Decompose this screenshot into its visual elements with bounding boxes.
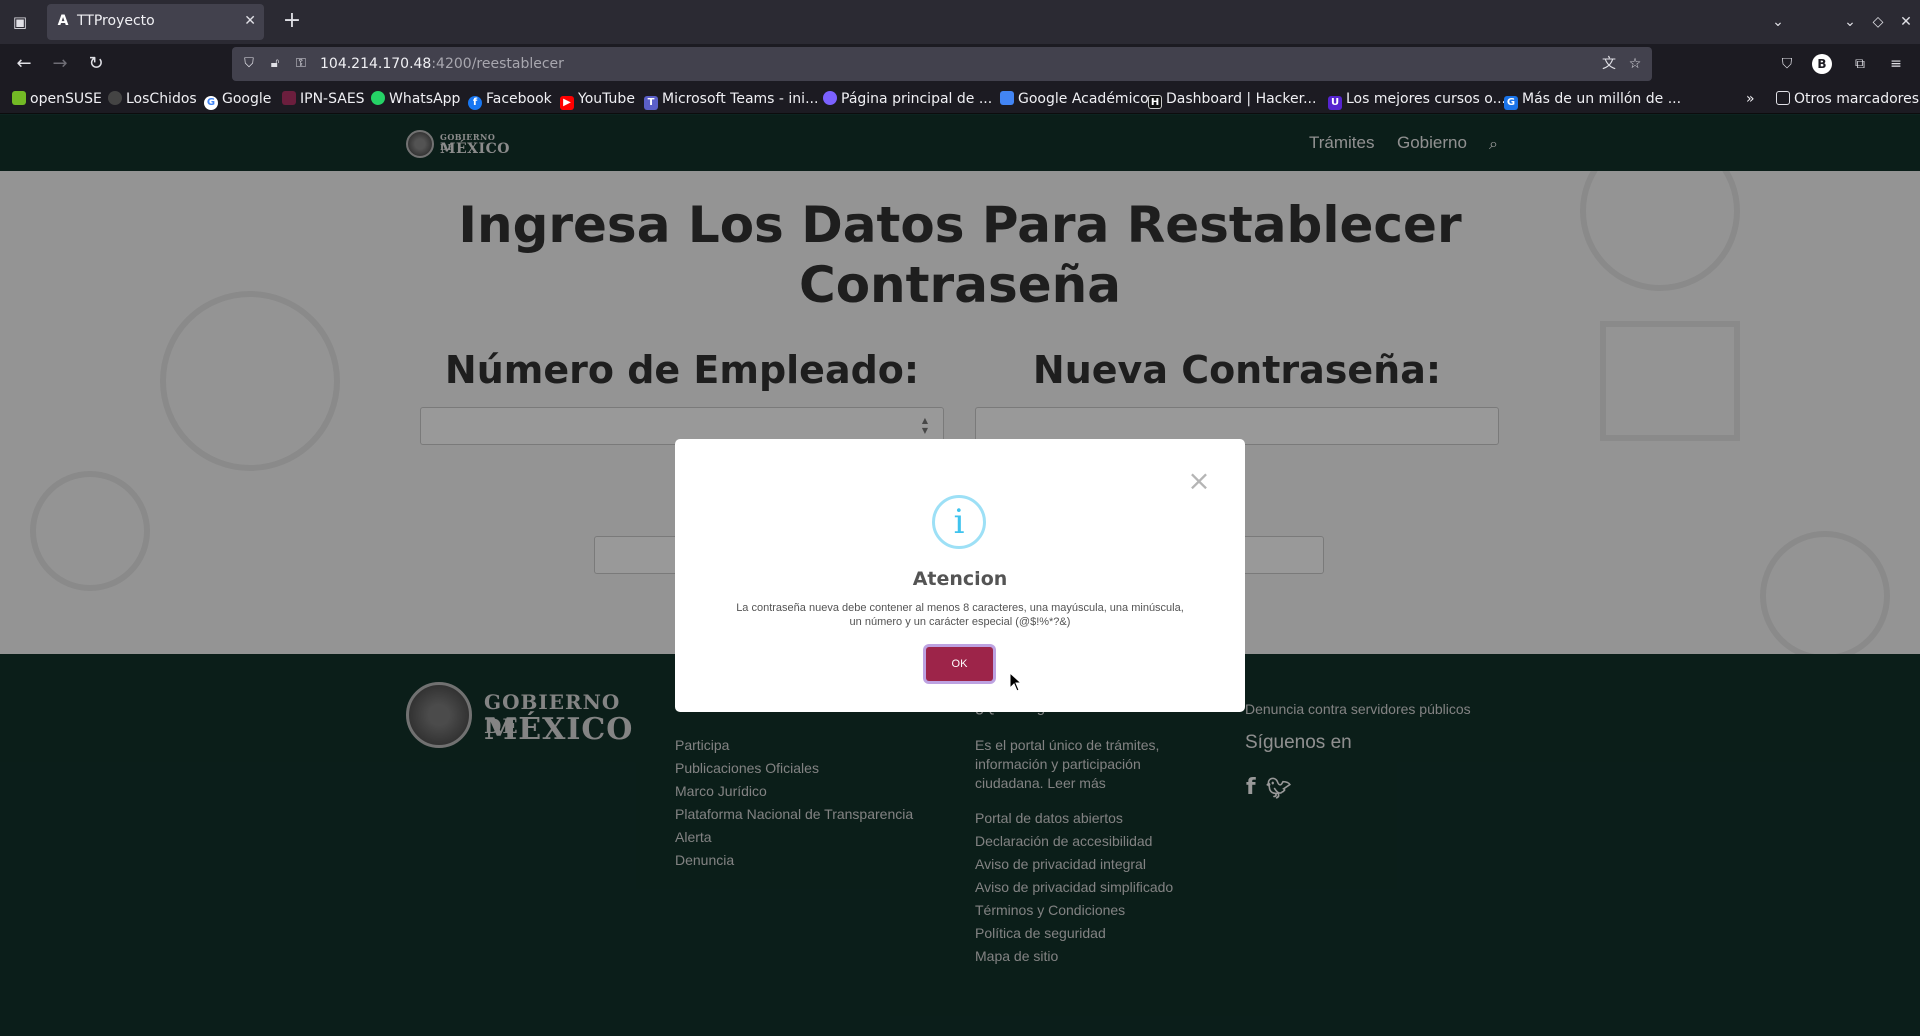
bookmark-label: Dashboard | Hacker... [1166,91,1317,107]
mouse-cursor-icon [1009,672,1023,692]
close-icon[interactable]: × [1187,467,1211,495]
browser-nav-bar: ← → ↻ ⛉ 🔓︎ ⚿ 104.214.170.48:4200/reestab… [0,44,1920,84]
ok-button[interactable]: OK [926,647,993,681]
whatsapp-icon [371,91,385,105]
address-bar[interactable]: ⛉ 🔓︎ ⚿ 104.214.170.48:4200/reestablecer … [232,47,1652,81]
menu-hamburger-icon[interactable]: ≡ [1884,52,1908,76]
bookmark-label: Facebook [486,91,552,107]
account-avatar-icon[interactable]: B [1812,54,1832,74]
site-icon: G [1504,96,1518,110]
tab-title: TTProyecto [77,13,155,29]
bookmark-label: openSUSE [30,91,102,107]
url-host: 104.214.170.48 [320,56,432,72]
bookmark-label: Más de un millón de ... [1522,91,1682,107]
url-text[interactable]: 104.214.170.48:4200/reestablecer [320,55,564,73]
tab-overflow-chevron-icon[interactable]: ⌄ [1766,10,1790,34]
bookmark-label: IPN-SAES [300,91,365,107]
opensuse-icon [12,91,26,105]
translate-icon[interactable]: 文 [1600,55,1618,73]
window-minimize-icon[interactable]: ⌄ [1838,10,1862,34]
tab-favicon-icon: A [57,13,69,29]
bookmark-label: Microsoft Teams - ini... [662,91,819,107]
dialog-message: La contraseña nueva debe contener al men… [736,602,1184,628]
key-icon[interactable]: ⚿ [292,55,310,73]
bookmark-item[interactable]: U Los mejores cursos o... [1328,90,1506,110]
facebook-icon: f [468,96,482,110]
extensions-icon[interactable]: ⧉ [1848,52,1872,76]
ipn-icon [282,91,296,105]
bookmarks-bar: openSUSE LosChidos G Google IPN-SAES What… [0,84,1920,114]
bookmark-item[interactable]: G Google [204,90,272,110]
bookmark-label: Los mejores cursos o... [1346,91,1506,107]
udemy-icon: U [1328,96,1342,110]
bookmark-label: YouTube [578,91,635,107]
url-path: :4200/reestablecer [431,56,564,72]
bookmark-label: Página principal de ... [841,91,993,107]
info-icon: i [932,495,986,549]
bookmark-label: LosChidos [126,91,197,107]
hackerrank-icon: H [1148,95,1162,109]
window-close-icon[interactable]: ✕ [1894,10,1918,34]
google-icon: G [204,96,218,110]
window-maximize-icon[interactable]: ◇ [1866,10,1890,34]
other-bookmarks-folder[interactable]: Otros marcadores [1776,90,1919,108]
bookmark-item[interactable]: ▶ YouTube [560,90,635,110]
bookmarks-overflow-icon[interactable]: » [1746,90,1755,108]
bookmark-star-icon[interactable]: ☆ [1626,55,1644,73]
bookmark-item[interactable]: WhatsApp [371,90,460,108]
bookmark-item[interactable]: T Microsoft Teams - ini... [644,90,819,110]
back-arrow-icon[interactable]: ← [10,50,38,78]
lock-icon[interactable]: 🔓︎ [266,55,284,73]
youtube-icon: ▶ [560,96,574,110]
bookmark-item[interactable]: G Más de un millón de ... [1504,90,1682,110]
folder-icon [1776,91,1790,105]
pocket-icon[interactable]: ⛉ [1775,52,1799,76]
scholar-icon [1000,91,1014,105]
bookmark-item[interactable]: openSUSE [12,90,102,108]
teams-icon: T [644,96,658,110]
forward-arrow-icon[interactable]: → [46,50,74,78]
github-icon [108,91,122,105]
bookmark-item[interactable]: Google Académico [1000,90,1149,108]
tab-close-icon[interactable]: ✕ [244,12,256,30]
bookmark-item[interactable]: Página principal de ... [823,90,992,108]
bookmark-label: Otros marcadores [1794,91,1920,107]
bookmark-item[interactable]: f Facebook [468,90,552,110]
bookmark-label: WhatsApp [389,91,461,107]
tab-list-icon[interactable]: ▣ [8,10,32,34]
bookmark-item[interactable]: LosChidos [108,90,197,108]
shield-icon[interactable]: ⛉ [240,55,258,73]
dialog-title: Atencion [912,568,1008,590]
bookmark-item[interactable]: IPN-SAES [282,90,365,108]
alert-dialog: × i Atencion La contraseña nueva debe co… [675,439,1245,712]
reload-icon[interactable]: ↻ [82,50,110,78]
browser-tab-bar: ▣ A TTProyecto ✕ + ⌄ ⌄ ◇ ✕ [0,0,1920,44]
browser-tab-active[interactable]: A TTProyecto ✕ [47,4,264,40]
bookmark-item[interactable]: H Dashboard | Hacker... [1148,90,1317,109]
site-icon [823,91,837,105]
new-tab-icon[interactable]: + [280,10,304,34]
bookmark-label: Google [222,91,272,107]
bookmark-label: Google Académico [1018,91,1149,107]
